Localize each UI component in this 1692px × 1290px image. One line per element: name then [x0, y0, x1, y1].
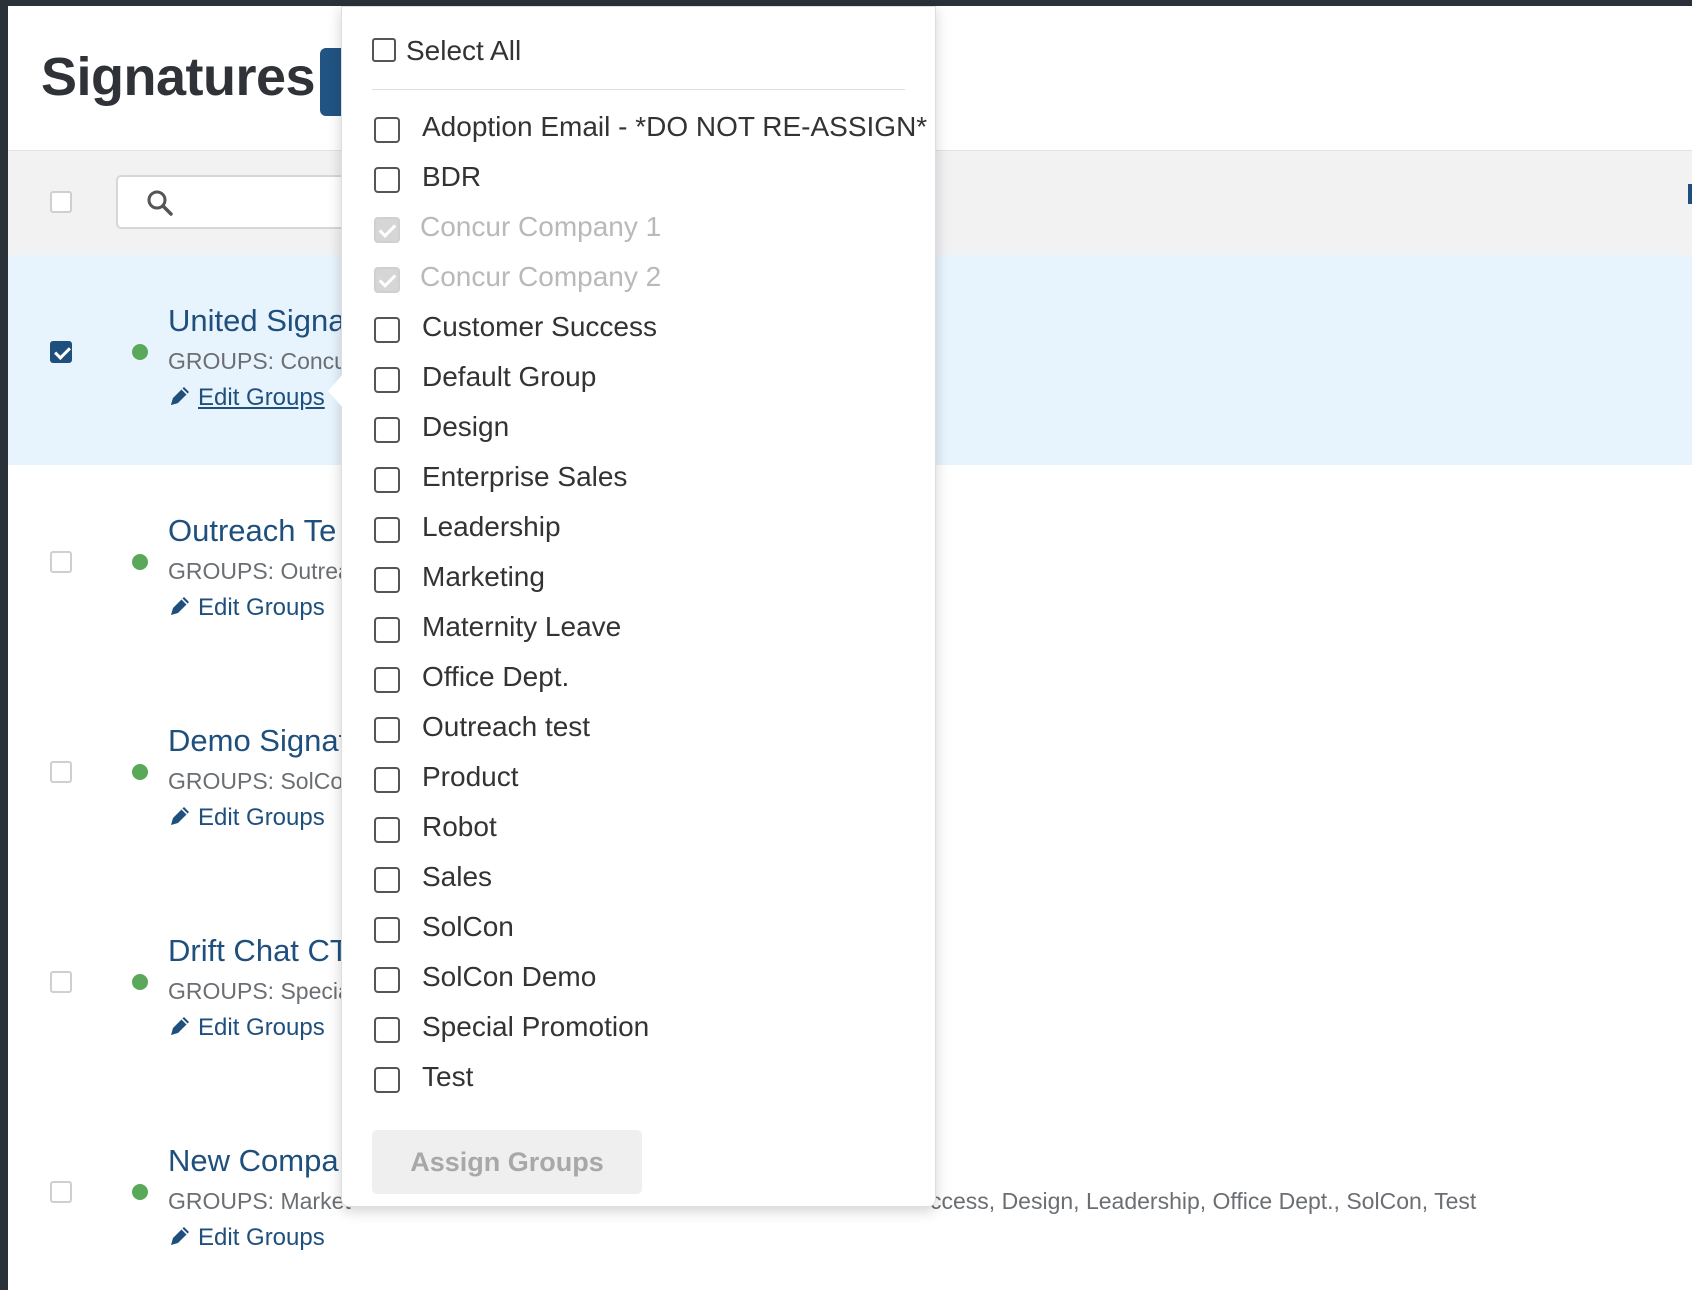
popover-divider: [372, 89, 905, 90]
select-all-checkbox[interactable]: [372, 38, 396, 62]
group-option-label: Design: [422, 411, 510, 442]
signature-name[interactable]: Drift Chat CT: [168, 933, 349, 969]
group-option-checkbox[interactable]: [374, 167, 400, 193]
page-title: Signatures: [41, 47, 316, 107]
group-option-label: Enterprise Sales: [422, 461, 628, 492]
scroll-indicator: [1688, 184, 1692, 204]
signature-groups: GROUPS: Market: [168, 1188, 351, 1214]
signature-groups: GROUPS: Outrea: [168, 558, 351, 584]
signature-name[interactable]: New Compa: [168, 1143, 339, 1179]
signature-groups: GROUPS: SolCon: [168, 768, 356, 794]
group-option-checkbox[interactable]: [374, 567, 400, 593]
edit-groups-link[interactable]: Edit Groups: [168, 1224, 325, 1252]
row-checkbox[interactable]: [50, 551, 72, 573]
group-option-label: Default Group: [422, 361, 597, 392]
status-dot: [132, 554, 148, 570]
edit-groups-link[interactable]: Edit Groups: [168, 804, 325, 832]
row-checkbox[interactable]: [50, 761, 72, 783]
group-option-checkbox[interactable]: [374, 917, 400, 943]
row-checkbox[interactable]: [50, 341, 72, 363]
select-all-option[interactable]: Select All: [372, 35, 521, 67]
pencil-icon: [171, 1227, 189, 1245]
assign-groups-button[interactable]: Assign Groups: [372, 1130, 642, 1194]
group-option-label: Customer Success: [422, 311, 657, 342]
group-option-label: Outreach test: [422, 711, 591, 742]
edit-groups-popover: Select All Adoption Email - *DO NOT RE-A…: [341, 6, 936, 1207]
signature-groups: GROUPS: Concu: [168, 348, 347, 374]
group-option-checkbox[interactable]: [374, 1017, 400, 1043]
group-option-label: SolCon: [422, 911, 514, 942]
group-option-label: Marketing: [422, 561, 545, 592]
group-option-checkbox[interactable]: [374, 1067, 400, 1093]
group-option-checkbox[interactable]: [374, 467, 400, 493]
signature-name[interactable]: Demo Signat: [168, 723, 347, 759]
group-option-checkbox: [374, 217, 400, 243]
edit-groups-link[interactable]: Edit Groups: [168, 1014, 325, 1042]
search-input[interactable]: [116, 175, 376, 229]
group-option-checkbox[interactable]: [374, 717, 400, 743]
edit-groups-link[interactable]: Edit Groups: [168, 594, 325, 622]
row-checkbox[interactable]: [50, 1181, 72, 1203]
group-option-checkbox[interactable]: [374, 367, 400, 393]
group-option-checkbox[interactable]: [374, 817, 400, 843]
group-option-label: SolCon Demo: [422, 961, 597, 992]
pencil-icon: [171, 807, 189, 825]
status-dot: [132, 344, 148, 360]
group-option-checkbox[interactable]: [374, 417, 400, 443]
group-option-checkbox: [374, 267, 400, 293]
signature-groups-tail: ccess, Design, Leadership, Office Dept.,…: [930, 1188, 1477, 1214]
signature-groups: GROUPS: Specia: [168, 978, 351, 1004]
status-dot: [132, 1184, 148, 1200]
row-checkbox[interactable]: [50, 971, 72, 993]
signature-name[interactable]: United Signa: [168, 303, 346, 339]
group-option-label: Adoption Email - *DO NOT RE-ASSIGN*: [422, 111, 928, 142]
group-option-checkbox[interactable]: [374, 767, 400, 793]
pencil-icon: [171, 597, 189, 615]
group-option-checkbox[interactable]: [374, 117, 400, 143]
select-all-rows-checkbox[interactable]: [50, 191, 72, 213]
group-option-label: Concur Company 1: [420, 211, 662, 242]
popover-caret: [328, 373, 344, 409]
group-option-label: Leadership: [422, 511, 561, 542]
group-option-label: Maternity Leave: [422, 611, 622, 642]
group-option-checkbox[interactable]: [374, 967, 400, 993]
group-option-label: Robot: [422, 811, 497, 842]
pencil-icon: [171, 1017, 189, 1035]
group-option-label: Sales: [422, 861, 493, 892]
group-option-label: Office Dept.: [422, 661, 570, 692]
group-option-checkbox[interactable]: [374, 867, 400, 893]
group-option-checkbox[interactable]: [374, 317, 400, 343]
pencil-icon: [171, 387, 189, 405]
group-option-label: BDR: [422, 161, 482, 192]
select-all-label: Select All: [406, 35, 522, 66]
status-dot: [132, 764, 148, 780]
group-option-label: Concur Company 2: [420, 261, 662, 292]
search-icon: [147, 190, 173, 216]
edit-groups-link[interactable]: Edit Groups: [168, 384, 325, 412]
group-option-label: Product: [422, 761, 519, 792]
status-dot: [132, 974, 148, 990]
group-option-label: Special Promotion: [422, 1011, 650, 1042]
group-option-checkbox[interactable]: [374, 667, 400, 693]
group-option-checkbox[interactable]: [374, 617, 400, 643]
group-option-checkbox[interactable]: [374, 517, 400, 543]
signature-name[interactable]: Outreach Te: [168, 513, 336, 549]
group-option-label: Test: [422, 1061, 474, 1092]
